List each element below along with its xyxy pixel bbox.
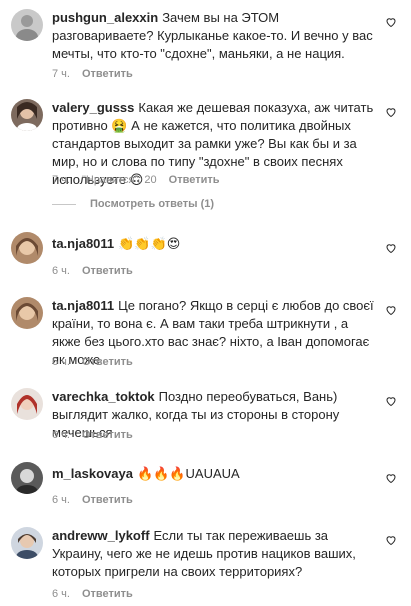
divider-line	[52, 203, 76, 205]
like-count[interactable]: "Нравится": 20	[82, 174, 157, 186]
comment-time: 7 ч.	[52, 174, 70, 186]
heart-icon[interactable]	[385, 472, 397, 484]
comment-time: 6 ч.	[52, 588, 70, 600]
view-replies-label[interactable]: Посмотреть ответы (1)	[90, 198, 214, 210]
comment-username[interactable]: varechka_toktok	[52, 389, 155, 404]
heart-icon[interactable]	[385, 106, 397, 118]
comment-username[interactable]: ta.nja8011	[52, 236, 114, 251]
comment-body: 👏👏👏😍	[118, 236, 181, 251]
comment-username[interactable]: valery_gusss	[52, 100, 134, 115]
comment-text: ta.nja8011 👏👏👏😍	[52, 235, 374, 253]
comment-username[interactable]: ta.nja8011	[52, 298, 114, 313]
comment-text: pushgun_alexxin Зачем вы на ЭТОМ разговар…	[52, 9, 374, 63]
comment-meta: 6 ч. Ответить	[52, 429, 145, 441]
reply-button[interactable]: Ответить	[82, 494, 133, 506]
comment-username[interactable]: m_laskovaya	[52, 466, 133, 481]
avatar[interactable]	[11, 527, 43, 559]
reply-button[interactable]: Ответить	[82, 429, 133, 441]
avatar[interactable]	[11, 388, 43, 420]
avatar[interactable]	[11, 9, 43, 41]
comment-time: 6 ч.	[52, 265, 70, 277]
comment-time: 6 ч.	[52, 356, 70, 368]
reply-button[interactable]: Ответить	[82, 265, 133, 277]
comment-time: 6 ч.	[52, 494, 70, 506]
reply-button[interactable]: Ответить	[82, 588, 133, 600]
comment-text: m_laskovaya 🔥🔥🔥UAUAUA	[52, 465, 374, 483]
avatar[interactable]	[11, 297, 43, 329]
reply-button[interactable]: Ответить	[169, 174, 220, 186]
comment-username[interactable]: andreww_lykoff	[52, 528, 150, 543]
comment-time: 7 ч.	[52, 68, 70, 80]
avatar[interactable]	[11, 462, 43, 494]
heart-icon[interactable]	[385, 16, 397, 28]
comment-meta: 6 ч. Ответить	[52, 265, 145, 277]
heart-icon[interactable]	[385, 534, 397, 546]
heart-icon[interactable]	[385, 304, 397, 316]
comment-meta: 7 ч. Ответить	[52, 68, 145, 80]
comment-meta: 6 ч. Ответить	[52, 494, 145, 506]
comment-body: 🔥🔥🔥UAUAUA	[136, 466, 240, 481]
comment-meta: 7 ч. "Нравится": 20 Ответить	[52, 174, 232, 186]
avatar[interactable]	[11, 99, 43, 131]
heart-icon[interactable]	[385, 395, 397, 407]
heart-icon[interactable]	[385, 242, 397, 254]
comment-text: andreww_lykoff Если ты так переживаешь за…	[52, 527, 374, 581]
comment-meta: 6 ч. Ответить	[52, 356, 145, 368]
comment-time: 6 ч.	[52, 429, 70, 441]
avatar[interactable]	[11, 232, 43, 264]
comment-meta: 6 ч. Ответить	[52, 588, 145, 600]
reply-button[interactable]: Ответить	[82, 68, 133, 80]
comment-username[interactable]: pushgun_alexxin	[52, 10, 158, 25]
reply-button[interactable]: Ответить	[82, 356, 133, 368]
view-replies-button[interactable]: Посмотреть ответы (1)	[52, 198, 214, 210]
